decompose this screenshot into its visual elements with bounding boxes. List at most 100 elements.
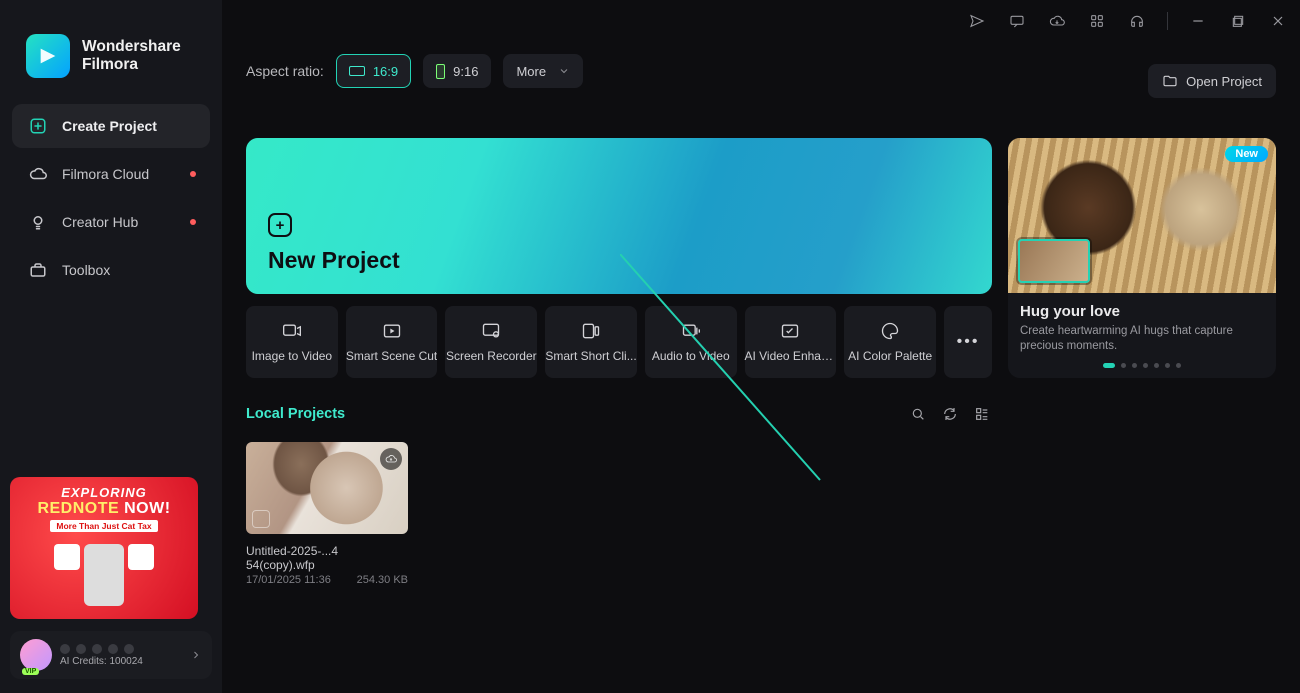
- titlebar: [222, 0, 1300, 42]
- ai-credits: AI Credits: 100024: [60, 656, 182, 667]
- folder-icon: [1162, 73, 1178, 89]
- local-projects-tab[interactable]: Local Projects: [246, 406, 345, 422]
- tile-smart-scene-cut[interactable]: Smart Scene Cut: [346, 306, 438, 378]
- tile-more[interactable]: •••: [944, 306, 992, 378]
- maximize-button[interactable]: [1224, 7, 1252, 35]
- audio-to-video-icon: [680, 321, 702, 341]
- sidebar-item-creator-hub[interactable]: Creator Hub: [12, 200, 210, 244]
- avatar: [20, 639, 52, 671]
- project-chip-icon: [252, 510, 270, 528]
- sidebar-item-create-project[interactable]: Create Project: [12, 104, 210, 148]
- feature-illustration: New: [1008, 138, 1276, 293]
- plus-square-icon: +: [268, 213, 292, 237]
- sidebar-item-filmora-cloud[interactable]: Filmora Cloud: [12, 152, 210, 196]
- local-projects-header: Local Projects: [246, 404, 992, 424]
- app-root: Wondershare Filmora Create Project Filmo…: [0, 0, 1300, 693]
- project-thumbnail: [246, 442, 408, 534]
- user-stat-icons: [60, 644, 182, 654]
- promo-line1: EXPLORING: [61, 485, 147, 500]
- sidebar-item-toolbox[interactable]: Toolbox: [12, 248, 210, 292]
- tile-image-to-video[interactable]: Image to Video: [246, 306, 338, 378]
- promo-line2: REDNOTE NOW!: [37, 500, 170, 518]
- vip-badge: VIP: [22, 668, 39, 675]
- color-palette-icon: [879, 321, 901, 341]
- tile-smart-short-clip[interactable]: Smart Short Cli...: [545, 306, 637, 378]
- tool-tiles: Image to Video Smart Scene Cut Screen Re…: [246, 306, 992, 378]
- refresh-icon[interactable]: [940, 404, 960, 424]
- ai-enhance-icon: [779, 321, 801, 341]
- sidebar-item-label: Creator Hub: [62, 214, 138, 230]
- sidebar-item-label: Filmora Cloud: [62, 166, 149, 182]
- chevron-right-icon: [190, 649, 202, 661]
- aspect-ratio-label: Aspect ratio:: [246, 63, 324, 79]
- aspect-ratio-16-9[interactable]: 16:9: [336, 54, 411, 88]
- minimize-button[interactable]: [1184, 7, 1212, 35]
- feature-description: Create heartwarming AI hugs that capture…: [1020, 324, 1264, 355]
- new-project-title: New Project: [268, 247, 970, 274]
- aspect-ratio-more[interactable]: More: [503, 54, 583, 88]
- feature-title: Hug your love: [1020, 303, 1264, 320]
- upload-cloud-icon[interactable]: [380, 448, 402, 470]
- aspect-ratio-bar: Aspect ratio: 16:9 9:16 More: [246, 54, 583, 88]
- sidebar-item-label: Create Project: [62, 118, 157, 134]
- headset-icon[interactable]: [1123, 7, 1151, 35]
- message-icon[interactable]: [1003, 7, 1031, 35]
- filmora-logo-icon: [26, 34, 70, 78]
- logo-line2: Filmora: [82, 56, 181, 74]
- toolbox-icon: [28, 260, 48, 280]
- sidebar-nav: Create Project Filmora Cloud Creator Hub: [10, 104, 212, 292]
- open-project-button[interactable]: Open Project: [1148, 64, 1276, 98]
- landscape-icon: [349, 66, 365, 76]
- tile-ai-video-enhancer[interactable]: AI Video Enhan...: [745, 306, 837, 378]
- list-view-icon[interactable]: [972, 404, 992, 424]
- tile-ai-color-palette[interactable]: AI Color Palette: [844, 306, 936, 378]
- notification-dot-icon: [190, 219, 196, 225]
- plus-square-icon: [28, 116, 48, 136]
- short-clip-icon: [580, 321, 602, 341]
- image-to-video-icon: [281, 321, 303, 341]
- promo-thumbnails: [16, 536, 192, 613]
- tile-screen-recorder[interactable]: Screen Recorder: [445, 306, 537, 378]
- new-badge: New: [1225, 146, 1268, 162]
- new-project-hero[interactable]: + New Project: [246, 138, 992, 294]
- logo-line1: Wondershare: [82, 38, 181, 56]
- content: + New Project Image to Video Smart Scene…: [222, 128, 1300, 693]
- feature-preview-frame: [1018, 239, 1090, 283]
- scene-cut-icon: [381, 321, 403, 341]
- promo-banner[interactable]: EXPLORING REDNOTE NOW! More Than Just Ca…: [10, 477, 198, 619]
- send-icon[interactable]: [963, 7, 991, 35]
- feature-card[interactable]: New Hug your love Create heartwarming AI…: [1008, 138, 1276, 378]
- sidebar-item-label: Toolbox: [62, 262, 110, 278]
- cloud-download-icon[interactable]: [1043, 7, 1071, 35]
- bulb-icon: [28, 212, 48, 232]
- main-column: + New Project Image to Video Smart Scene…: [246, 138, 992, 693]
- promo-line3: More Than Just Cat Tax: [50, 520, 157, 532]
- portrait-icon: [436, 64, 445, 79]
- notification-dot-icon: [190, 171, 196, 177]
- project-card[interactable]: Untitled-2025-...4 54(copy).wfp 17/01/20…: [246, 442, 408, 586]
- project-filename: Untitled-2025-...4 54(copy).wfp: [246, 544, 408, 572]
- search-icon[interactable]: [908, 404, 928, 424]
- screen-recorder-icon: [480, 321, 502, 341]
- close-button[interactable]: [1264, 7, 1292, 35]
- project-size: 254.30 KB: [357, 574, 408, 586]
- titlebar-separator: [1167, 12, 1168, 30]
- main: Aspect ratio: 16:9 9:16 More: [222, 0, 1300, 693]
- carousel-dots[interactable]: [1020, 363, 1264, 368]
- aspect-ratio-9-16[interactable]: 9:16: [423, 54, 491, 88]
- user-bar[interactable]: VIP AI Credits: 100024: [10, 631, 212, 679]
- app-logo-text: Wondershare Filmora: [82, 38, 181, 74]
- project-date: 17/01/2025 11:36: [246, 574, 331, 586]
- project-meta: 17/01/2025 11:36 254.30 KB: [246, 574, 408, 586]
- projects-grid: Untitled-2025-...4 54(copy).wfp 17/01/20…: [246, 442, 992, 586]
- tile-audio-to-video[interactable]: Audio to Video: [645, 306, 737, 378]
- sidebar-bottom: EXPLORING REDNOTE NOW! More Than Just Ca…: [10, 477, 212, 679]
- more-icon: •••: [957, 332, 979, 352]
- chevron-down-icon: [558, 65, 570, 77]
- grid-icon[interactable]: [1083, 7, 1111, 35]
- side-column: New Hug your love Create heartwarming AI…: [1008, 138, 1276, 693]
- app-logo: Wondershare Filmora: [10, 10, 212, 104]
- cloud-icon: [28, 164, 48, 184]
- open-project-label: Open Project: [1186, 74, 1262, 89]
- sidebar: Wondershare Filmora Create Project Filmo…: [0, 0, 222, 693]
